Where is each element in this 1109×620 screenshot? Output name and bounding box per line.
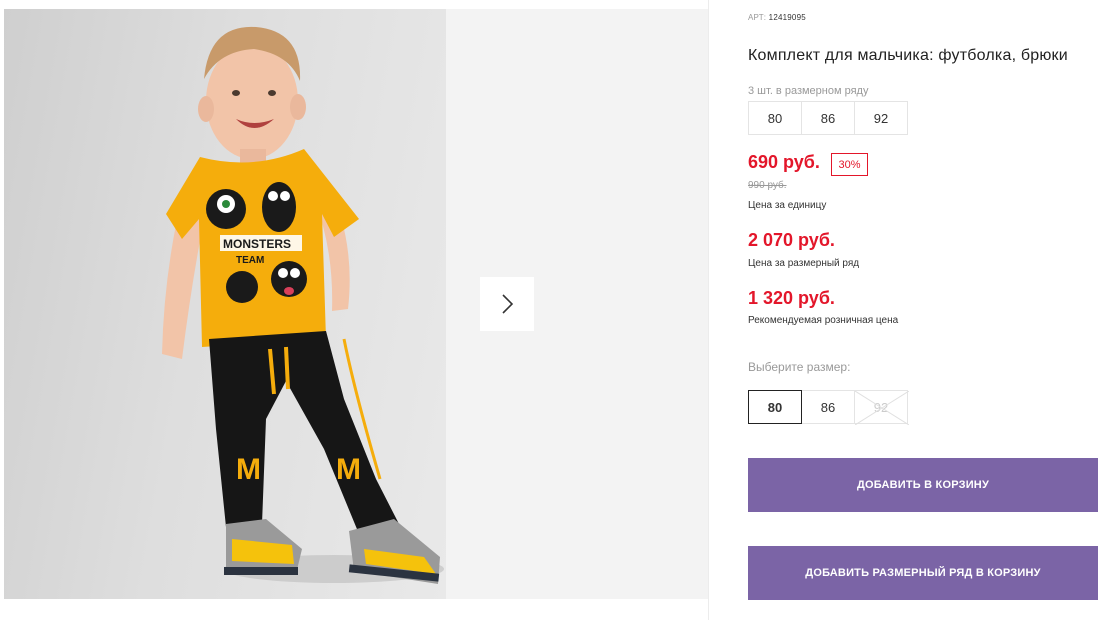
row-price: 2 070 руб. (748, 230, 835, 250)
retail-price: 1 320 руб. (748, 288, 835, 308)
old-price: 990 руб. (748, 180, 787, 191)
size-row-table: 80 86 92 (748, 101, 908, 135)
article-label: АРТ: (748, 13, 767, 22)
product-info-panel: АРТ: 12419095 Комплект для мальчика: фут… (748, 0, 1109, 620)
unavailable-cross-icon (855, 391, 909, 425)
photo-print-line1: MONSTERS (223, 237, 291, 251)
size-row-info: 3 шт. в размерном ряду (748, 85, 869, 97)
size-option-86[interactable]: 86 (801, 390, 855, 424)
unit-price-caption: Цена за единицу (748, 200, 827, 211)
discount-badge: 30% (831, 153, 868, 176)
size-option-92: 92 (854, 390, 909, 425)
row-price-caption: Цена за размерный ряд (748, 258, 860, 269)
size-option-label: 80 (767, 399, 783, 415)
product-title: Комплект для мальчика: футболка, брюки (748, 47, 1068, 64)
size-row-cell: 80 (748, 101, 802, 135)
size-row-cell: 92 (854, 101, 908, 135)
photo-print-line2: TEAM (236, 255, 264, 266)
retail-price-caption: Рекомендуемая розничная цена (748, 315, 899, 326)
article-number: АРТ: 12419095 (748, 13, 806, 22)
add-size-row-to-cart-button[interactable]: ДОБАВИТЬ РАЗМЕРНЫЙ РЯД В КОРЗИНУ (748, 546, 1098, 600)
add-to-cart-button[interactable]: ДОБАВИТЬ В КОРЗИНУ (748, 458, 1098, 512)
chevron-right-icon (502, 294, 514, 314)
product-gallery: MONSTERS TEAM M M (4, 9, 708, 599)
size-option-label: 86 (820, 399, 836, 415)
photo-pants-letter-left: M (236, 453, 261, 486)
size-picker: 80 86 92 (748, 390, 909, 425)
product-photo-illustration: MONSTERS TEAM M M (162, 26, 444, 584)
size-row-cell: 86 (801, 101, 855, 135)
product-photo[interactable]: MONSTERS TEAM M M (4, 9, 446, 599)
photo-pants-letter-right: M (336, 453, 361, 486)
article-value: 12419095 (768, 13, 806, 22)
size-picker-label: Выберите размер: (748, 360, 851, 374)
gallery-next-button[interactable] (480, 277, 534, 331)
vertical-divider (708, 0, 709, 620)
size-option-80[interactable]: 80 (748, 390, 802, 424)
unit-price: 690 руб. (748, 152, 820, 172)
